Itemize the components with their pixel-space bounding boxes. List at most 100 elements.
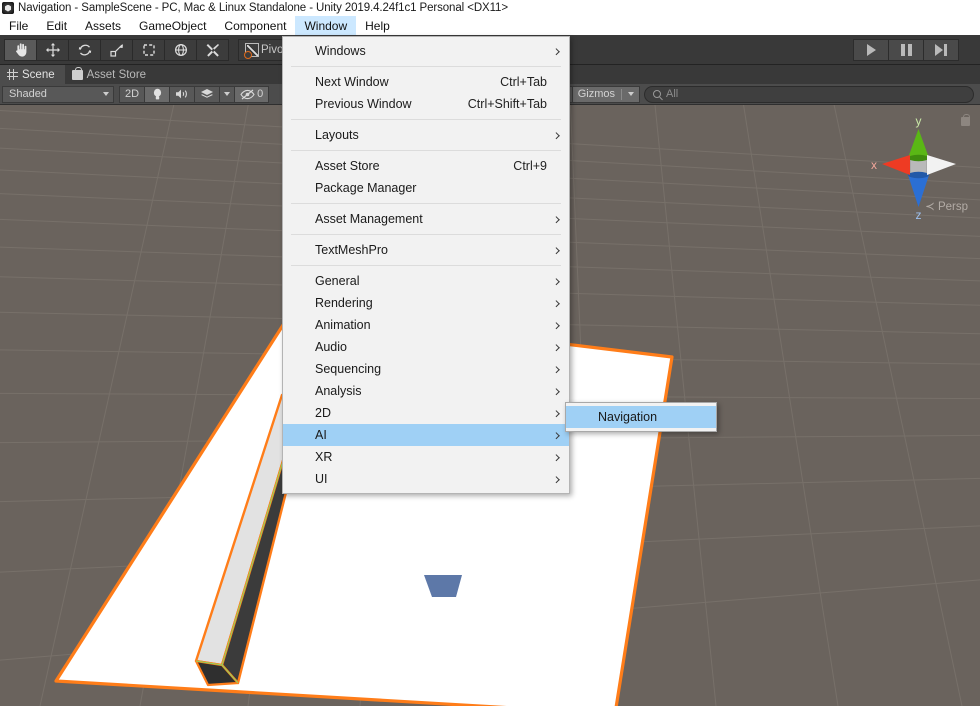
menu-item-navigation[interactable]: Navigation — [566, 406, 716, 428]
step-icon — [935, 44, 947, 56]
menu-item-rendering[interactable]: Rendering — [283, 292, 569, 314]
pause-icon — [900, 44, 912, 56]
menu-item-ui[interactable]: UI — [283, 468, 569, 490]
move-tool-icon[interactable] — [36, 38, 69, 61]
pivot-icon — [244, 42, 259, 59]
gizmo-z-label: z — [916, 208, 922, 222]
scene-visibility-button[interactable]: 0 — [234, 85, 270, 103]
menu-item-label: Package Manager — [315, 181, 417, 195]
rotate-tool-icon[interactable] — [68, 38, 101, 61]
menu-item-layouts[interactable]: Layouts — [283, 124, 569, 146]
toggle-audio-button[interactable] — [169, 85, 196, 103]
tab-scene[interactable]: Scene — [0, 65, 65, 84]
window-title: Navigation - SampleScene - PC, Mac & Lin… — [18, 2, 508, 14]
transform-tools-group — [4, 38, 229, 61]
menu-item-audio[interactable]: Audio — [283, 336, 569, 358]
transform-tool-icon[interactable] — [164, 38, 197, 61]
menu-item-label: Audio — [315, 340, 347, 354]
menubar-label: Assets — [85, 18, 122, 33]
menu-bar: File Edit Assets GameObject Component Wi… — [0, 16, 980, 35]
menu-item-textmeshpro[interactable]: TextMeshPro — [283, 239, 569, 261]
menu-item-label: XR — [315, 450, 333, 464]
tab-asset-store[interactable]: Asset Store — [65, 65, 156, 84]
play-button[interactable] — [853, 39, 889, 61]
menu-item-xr[interactable]: XR — [283, 446, 569, 468]
menu-item-label: Layouts — [315, 128, 359, 142]
menubar-item-file[interactable]: File — [0, 16, 37, 35]
menu-item-2d[interactable]: 2D — [283, 402, 569, 424]
tab-label: Scene — [22, 68, 55, 81]
menu-separator — [291, 150, 561, 151]
menubar-item-edit[interactable]: Edit — [37, 16, 76, 35]
playmode-controls — [853, 39, 959, 61]
menubar-item-assets[interactable]: Assets — [76, 16, 130, 35]
menu-item-label: UI — [315, 472, 328, 486]
hand-tool-icon[interactable] — [4, 38, 37, 61]
menu-item-previous-window[interactable]: Previous Window Ctrl+Shift+Tab — [283, 93, 569, 115]
step-button[interactable] — [923, 39, 959, 61]
menu-item-sequencing[interactable]: Sequencing — [283, 358, 569, 380]
toggle-lighting-button[interactable] — [144, 85, 171, 103]
menu-item-shortcut: Ctrl+Shift+Tab — [467, 97, 547, 111]
scene-grid-icon — [7, 69, 18, 80]
scene-search-input[interactable]: All — [644, 85, 974, 103]
menubar-label: Help — [365, 18, 390, 33]
custom-tool-icon[interactable] — [196, 38, 229, 61]
menu-item-shortcut: Ctrl+9 — [513, 159, 547, 173]
menu-item-label: Windows — [315, 44, 366, 58]
chevron-down-icon — [224, 92, 231, 96]
menu-item-analysis[interactable]: Analysis — [283, 380, 569, 402]
effects-dropdown-button[interactable] — [219, 85, 236, 103]
eye-off-icon — [240, 89, 255, 99]
menu-item-label: Previous Window — [315, 97, 412, 111]
menu-item-label: AI — [315, 428, 327, 442]
menu-separator — [291, 203, 561, 204]
toggle-effects-button[interactable] — [194, 85, 221, 103]
menu-item-label: 2D — [315, 406, 331, 420]
menu-item-animation[interactable]: Animation — [283, 314, 569, 336]
gizmo-x-label: x — [871, 158, 877, 172]
speaker-icon — [176, 89, 188, 99]
gizmo-persp-label[interactable]: ≺ Persp — [925, 199, 968, 213]
menu-item-label: Rendering — [315, 296, 373, 310]
window-dropdown-menu[interactable]: Windows Next Window Ctrl+Tab Previous Wi… — [282, 36, 570, 494]
menu-separator — [291, 265, 561, 266]
menubar-label: Window — [304, 18, 348, 33]
menu-item-label: Navigation — [598, 410, 658, 424]
visibility-count: 0 — [257, 88, 264, 100]
menubar-item-help[interactable]: Help — [356, 16, 399, 35]
menubar-label: Edit — [46, 18, 68, 33]
menubar-item-gameobject[interactable]: GameObject — [130, 16, 215, 35]
chevron-down-icon — [628, 92, 634, 96]
menu-item-windows[interactable]: Windows — [283, 40, 569, 62]
gizmo-lock-icon[interactable] — [961, 114, 970, 126]
menu-item-label: General — [315, 274, 360, 288]
tab-label: Asset Store — [86, 68, 147, 81]
ai-submenu[interactable]: Navigation — [565, 402, 717, 432]
menu-separator — [291, 119, 561, 120]
menubar-item-window[interactable]: Window — [295, 16, 357, 35]
menu-item-label: Animation — [315, 318, 371, 332]
play-icon — [866, 44, 876, 56]
menu-item-package-manager[interactable]: Package Manager — [283, 177, 569, 199]
pause-button[interactable] — [888, 39, 924, 61]
gizmos-button[interactable]: Gizmos — [571, 85, 640, 103]
menu-item-asset-store[interactable]: Asset Store Ctrl+9 — [283, 155, 569, 177]
title-bar: Navigation - SampleScene - PC, Mac & Lin… — [0, 0, 980, 16]
menu-item-ai[interactable]: AI — [283, 424, 569, 446]
menu-separator — [291, 66, 561, 67]
effects-icon — [201, 89, 214, 98]
menu-item-shortcut: Ctrl+Tab — [500, 75, 547, 89]
menu-item-next-window[interactable]: Next Window Ctrl+Tab — [283, 71, 569, 93]
menubar-label: File — [9, 18, 29, 33]
toggle-2d-button[interactable]: 2D — [119, 85, 146, 103]
rect-tool-icon[interactable] — [132, 38, 165, 61]
draw-mode-dropdown[interactable]: Shaded — [2, 85, 114, 103]
unity-logo-icon — [2, 2, 14, 14]
two-d-label: 2D — [125, 88, 140, 100]
scale-tool-icon[interactable] — [100, 38, 133, 61]
menu-item-general[interactable]: General — [283, 270, 569, 292]
menubar-item-component[interactable]: Component — [215, 16, 295, 35]
menu-item-asset-management[interactable]: Asset Management — [283, 208, 569, 230]
menubar-label: Component — [224, 18, 287, 33]
